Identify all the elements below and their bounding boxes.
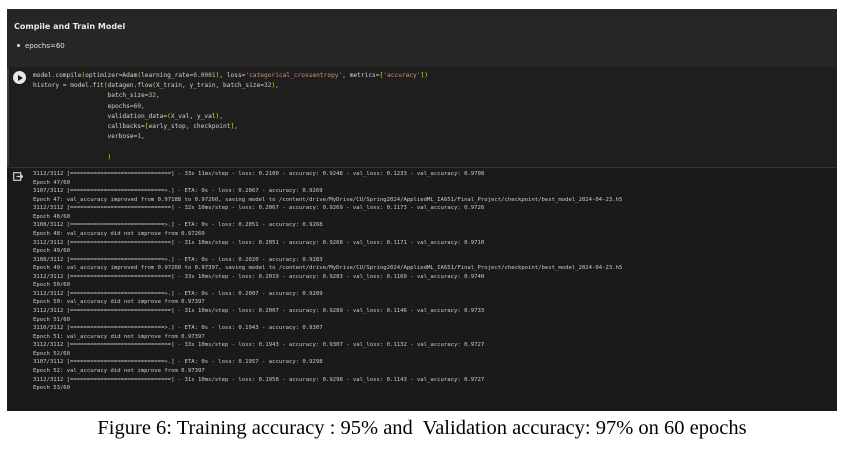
figure-caption: Figure 6: Training accuracy : 95% and Va…	[97, 417, 747, 439]
play-circle-icon[interactable]	[13, 71, 26, 84]
output-line: 3110/3112 [============================>…	[33, 325, 323, 332]
code-line: epochs=60,	[33, 102, 145, 110]
code-line: )	[107, 153, 112, 161]
bullet-dot-icon	[17, 43, 20, 47]
output-line: 3107/3112 [============================>…	[33, 188, 323, 195]
code-line: validation_data=(X_val, y_val),	[33, 112, 224, 120]
code-line: model.compile(optimizer=Adam(learning_ra…	[33, 72, 428, 79]
output-line: 3112/3112 [=============================…	[33, 205, 485, 212]
output-line: 3112/3112 [============================>…	[33, 290, 323, 297]
output-line: Epoch 50: val_accuracy did not improve f…	[33, 299, 205, 306]
output-line: Epoch 48/60	[33, 213, 71, 220]
output-line: 3112/3112 [=============================…	[33, 376, 485, 383]
output-log: 3112/3112 [=============================…	[33, 170, 622, 393]
output-line: 3112/3112 [=============================…	[33, 171, 485, 177]
output-line: 3112/3112 [=============================…	[33, 239, 485, 246]
output-line: 3112/3112 [=============================…	[33, 273, 485, 280]
output-line: Epoch 53/60	[33, 385, 71, 392]
cell-heading: Compile and Train Model	[14, 22, 126, 31]
output-line: Epoch 49/60	[33, 248, 71, 255]
bullet-item: epochs=60	[17, 42, 65, 50]
output-line: Epoch 52/60	[33, 350, 71, 357]
output-exit-icon[interactable]	[13, 172, 23, 181]
markdown-cell: Compile and Train Model epochs=60	[7, 9, 837, 67]
code-line: history = model.fit(datagen.flow(X_train…	[33, 82, 279, 90]
notebook-screenshot: Compile and Train Model epochs=60 model.…	[7, 9, 837, 411]
output-line: 3112/3112 [=============================…	[33, 308, 485, 314]
output-line: Epoch 48: val_accuracy did not improve f…	[33, 230, 205, 237]
output-line: Epoch 49: val_accuracy improved from 0.9…	[33, 265, 623, 272]
output-line: Epoch 52: val_accuracy did not improve f…	[33, 367, 205, 374]
output-line: 3107/3112 [============================>…	[33, 359, 323, 366]
code-line: callbacks=[early_stop, checkpoint],	[33, 123, 238, 131]
output-line: Epoch 47/60	[33, 179, 71, 186]
code-editor[interactable]: model.compile(optimizer=Adam(learning_ra…	[33, 71, 428, 163]
bullet-text: epochs=60	[25, 42, 65, 50]
output-line: Epoch 47: val_accuracy improved from 0.9…	[33, 196, 623, 203]
code-line: batch_size=32,	[33, 92, 160, 100]
output-line: Epoch 51/60	[33, 316, 71, 323]
output-line: Epoch 51: val_accuracy did not improve f…	[33, 333, 205, 340]
output-line: Epoch 50/60	[33, 282, 71, 289]
code-line: verbose=1,	[33, 133, 145, 141]
output-line: 3108/3112 [============================>…	[33, 222, 323, 229]
output-line: 3108/3112 [============================>…	[33, 256, 323, 263]
output-line: 3112/3112 [=============================…	[33, 342, 485, 349]
